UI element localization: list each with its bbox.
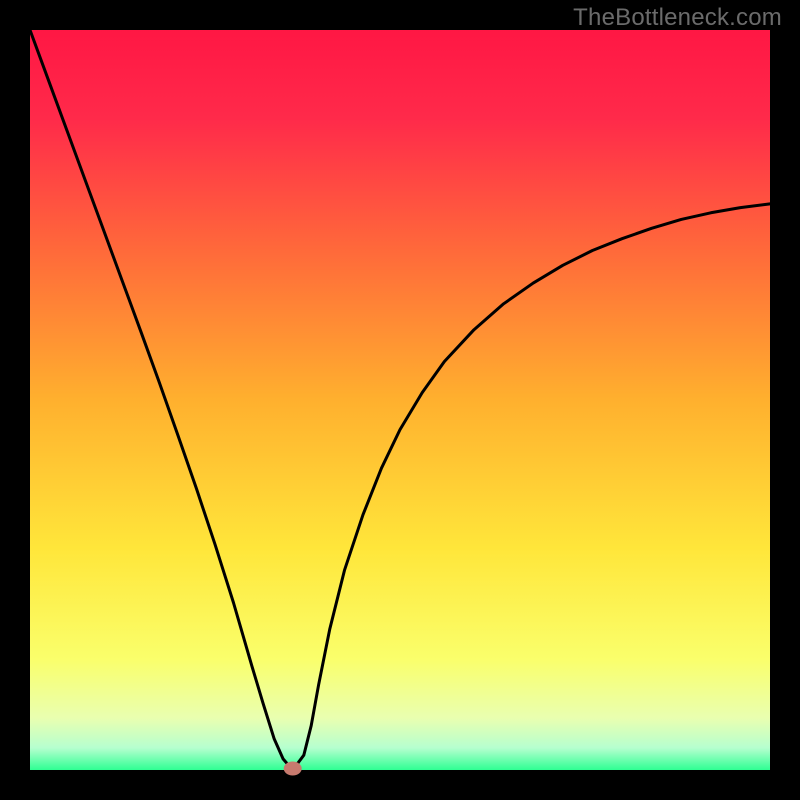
optimal-point-marker: [284, 762, 302, 776]
chart-root: TheBottleneck.com: [0, 0, 800, 800]
chart-background: [30, 30, 770, 770]
bottleneck-chart: [0, 0, 800, 800]
watermark-text: TheBottleneck.com: [573, 4, 782, 32]
